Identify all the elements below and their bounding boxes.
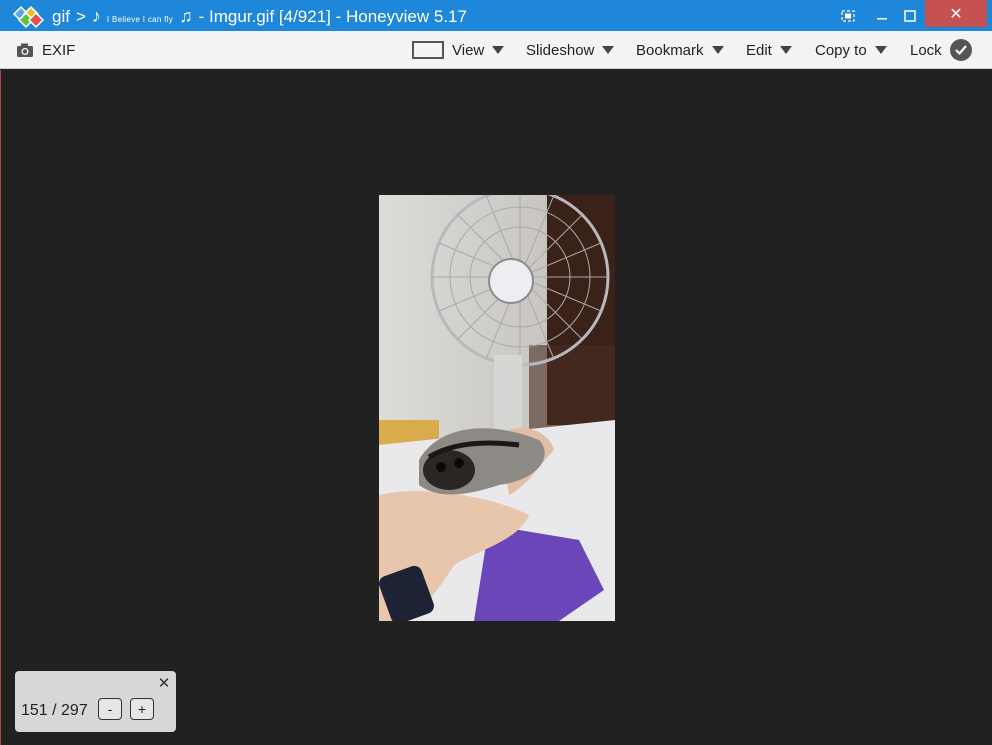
bookmark-menu[interactable]: Bookmark: [636, 31, 724, 69]
copy-to-menu[interactable]: Copy to: [815, 31, 887, 69]
minimize-icon: [877, 17, 887, 19]
lock-button[interactable]: Lock: [910, 31, 972, 69]
toolbar: EXIF View Slideshow Bookmark Edit Copy t…: [0, 31, 992, 69]
window-title: gif > ♪ I Believe I can fly ♫ - Imgur.gi…: [52, 6, 467, 27]
folder-name: gif: [52, 7, 70, 26]
breadcrumb-separator: >: [75, 7, 86, 26]
slideshow-menu[interactable]: Slideshow: [526, 31, 615, 69]
frame-counter: 151 / 297: [21, 702, 88, 719]
fullscreen-icon: [841, 9, 855, 22]
gif-frame-image[interactable]: [379, 195, 615, 621]
check-icon: [949, 39, 972, 61]
close-icon: ✕: [949, 5, 963, 23]
view-label: View: [452, 41, 485, 59]
next-frame-button[interactable]: +: [130, 698, 154, 720]
chevron-down-icon: [779, 46, 792, 54]
fit-screen-icon: [412, 41, 444, 59]
chevron-down-icon: [602, 46, 615, 54]
chevron-down-icon: [492, 46, 505, 54]
music-note-right: ♫: [179, 6, 193, 26]
copy-to-label: Copy to: [815, 41, 867, 59]
previous-frame-button[interactable]: -: [98, 698, 122, 720]
title-bar: gif > ♪ I Believe I can fly ♫ - Imgur.gi…: [0, 0, 992, 31]
maximize-icon: [904, 9, 916, 22]
view-menu[interactable]: View: [412, 31, 505, 69]
frame-counter-panel: ✕ 151 / 297 - +: [15, 671, 176, 732]
close-button[interactable]: ✕: [925, 0, 987, 27]
music-note-left: ♪: [91, 6, 101, 26]
close-icon[interactable]: ✕: [156, 675, 172, 692]
slideshow-label: Slideshow: [526, 41, 595, 59]
maximize-button[interactable]: [890, 0, 930, 31]
song-words: I Believe I can fly: [106, 15, 174, 24]
lock-label: Lock: [910, 41, 942, 59]
edit-label: Edit: [746, 41, 772, 59]
chevron-down-icon: [874, 46, 887, 54]
file-title: - Imgur.gif [4/921] - Honeyview 5.17: [198, 7, 467, 26]
exif-label: EXIF: [42, 41, 76, 59]
chevron-down-icon: [711, 46, 724, 54]
exif-button[interactable]: EXIF: [16, 31, 75, 69]
camera-icon: [17, 43, 33, 57]
bookmark-label: Bookmark: [636, 41, 704, 59]
edit-menu[interactable]: Edit: [746, 31, 792, 69]
